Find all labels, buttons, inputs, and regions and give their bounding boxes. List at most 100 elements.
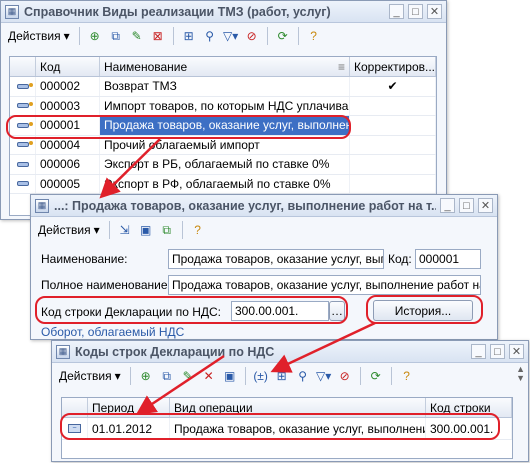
chevron-down-icon: ▾ [63, 29, 70, 43]
chevron-down-icon: ▾ [114, 369, 121, 383]
minimize-icon[interactable]: _ [389, 4, 404, 19]
minimize-icon[interactable]: _ [440, 198, 455, 213]
add-icon[interactable]: ⊕ [137, 367, 155, 385]
toolbar-separator [359, 367, 361, 385]
help-icon[interactable]: ? [398, 367, 416, 385]
window-icon: ▦ [5, 4, 19, 19]
sort-icon: ≡ [337, 60, 345, 74]
column-header-name[interactable]: Наименование ≡ [100, 57, 350, 76]
maximize-icon[interactable]: □ [490, 344, 505, 359]
actions-menu-button[interactable]: Действия ▾ [5, 28, 73, 44]
window3-toolbar: Действия ▾ ⊕ ⧉ ✎ ✕ ▣ (±) ⊞ ⚲ ▽▾ ⊘ ⟳ ? [52, 363, 528, 389]
help-icon[interactable]: ? [305, 27, 323, 45]
icon-column-header [10, 57, 36, 76]
scroll-arrows-icon[interactable]: ▲ ▼ [516, 365, 525, 383]
row-correction [350, 116, 436, 135]
save-icon[interactable]: ▣ [137, 221, 155, 239]
window3-titlebar: ▦ Коды строк Декларации по НДС _ □ ✕ [52, 341, 528, 363]
window1-titlebar: ▦ Справочник Виды реализации ТМЗ (работ,… [1, 1, 446, 23]
annotation-highlight-record [60, 413, 500, 440]
filter-icon[interactable]: ⚲ [201, 27, 219, 45]
hierarchy-icon[interactable]: ⊞ [180, 27, 198, 45]
maximize-icon[interactable]: □ [459, 198, 474, 213]
column-header-code[interactable]: Код [36, 57, 100, 76]
add-icon[interactable]: ⊕ [86, 27, 104, 45]
actions-label: Действия [38, 223, 91, 237]
row-correction: ✔ [350, 77, 436, 96]
row-code: 000002 [36, 77, 100, 96]
actions-menu-button[interactable]: Действия ▾ [35, 222, 103, 238]
save-close-icon[interactable]: ⇲ [116, 221, 134, 239]
row-icon [10, 155, 36, 174]
row-name: Импорт товаров, по которым НДС уплачива.… [100, 96, 350, 115]
toolbar-separator [266, 27, 268, 45]
actions-menu-button[interactable]: Действия ▾ [56, 368, 124, 384]
row-correction [350, 174, 436, 193]
close-icon[interactable]: ✕ [509, 344, 524, 359]
toolbar-separator [244, 367, 246, 385]
delete-icon[interactable]: ✕ [200, 367, 218, 385]
filter-dropdown-icon[interactable]: ▽▾ [315, 367, 333, 385]
delete-icon[interactable]: ⊠ [149, 27, 167, 45]
row-name: Экспорт в РФ, облагаемый по ставке 0% [100, 174, 350, 193]
row-icon [10, 77, 36, 96]
row-code: 000006 [36, 155, 100, 174]
name-label: Наименование: [41, 252, 128, 266]
window2-toolbar: Действия ▾ ⇲ ▣ ⧉ ? [31, 217, 497, 243]
window3-title: Коды строк Декларации по НДС [75, 344, 275, 359]
row-correction [350, 135, 436, 154]
annotation-highlight-history [366, 295, 483, 324]
hierarchy-icon[interactable]: ⊞ [273, 367, 291, 385]
annotation-highlight-decl-field [35, 296, 348, 324]
close-icon[interactable]: ✕ [478, 198, 493, 213]
window2-title: ...: Продажа товаров, оказание услуг, вы… [54, 198, 436, 213]
fullname-label: Полное наименование: [41, 278, 171, 292]
row-code: 000005 [36, 174, 100, 193]
filter-dropdown-icon[interactable]: ▽▾ [222, 27, 240, 45]
copy-icon[interactable]: ⧉ [107, 27, 125, 45]
toolbar-separator [78, 27, 80, 45]
row-name: Возврат ТМЗ [100, 77, 350, 96]
row-code: 000003 [36, 96, 100, 115]
period-icon[interactable]: (±) [252, 367, 270, 385]
table-row[interactable]: 000006 Экспорт в РБ, облагаемый по ставк… [10, 155, 436, 175]
edit-icon[interactable]: ✎ [128, 27, 146, 45]
actions-label: Действия [59, 369, 112, 383]
column-header-name-label: Наименование [104, 60, 188, 74]
edit-icon[interactable]: ✎ [179, 367, 197, 385]
name-field[interactable]: Продажа товаров, оказание услуг, выпол [168, 249, 384, 269]
window-kody-strok: ▦ Коды строк Декларации по НДС _ □ ✕ Дей… [51, 340, 529, 462]
toolbar-separator [129, 367, 131, 385]
clear-filter-icon[interactable]: ⊘ [243, 27, 261, 45]
chevron-down-icon: ▾ [93, 223, 100, 237]
minimize-icon[interactable]: _ [471, 344, 486, 359]
code-field[interactable]: 000001 [415, 249, 481, 269]
row-icon [10, 96, 36, 115]
toolbar-separator [172, 27, 174, 45]
toolbar-separator [297, 27, 299, 45]
fullname-field[interactable]: Продажа товаров, оказание услуг, выполне… [168, 275, 481, 295]
save-icon[interactable]: ▣ [221, 367, 239, 385]
refresh-icon[interactable]: ⟳ [274, 27, 292, 45]
copy-icon[interactable]: ⧉ [158, 221, 176, 239]
copy-icon[interactable]: ⧉ [158, 367, 176, 385]
column-header-correction[interactable]: Корректиров... [350, 57, 436, 76]
table-row[interactable]: 000003 Импорт товаров, по которым НДС уп… [10, 96, 436, 116]
turnover-link[interactable]: Оборот, облагаемый НДС [41, 325, 184, 339]
actions-label: Действия [8, 29, 61, 43]
table-row[interactable]: 000005 Экспорт в РФ, облагаемый по ставк… [10, 174, 436, 194]
clear-filter-icon[interactable]: ⊘ [336, 367, 354, 385]
row-name: Экспорт в РБ, облагаемый по ставке 0% [100, 155, 350, 174]
refresh-icon[interactable]: ⟳ [367, 367, 385, 385]
row-correction [350, 96, 436, 115]
table-header: Код Наименование ≡ Корректиров... [10, 57, 436, 77]
maximize-icon[interactable]: □ [408, 4, 423, 19]
table-row[interactable]: 000002 Возврат ТМЗ ✔ [10, 77, 436, 97]
help-icon[interactable]: ? [189, 221, 207, 239]
window-vidy-realizatsii: ▦ Справочник Виды реализации ТМЗ (работ,… [0, 0, 447, 220]
close-icon[interactable]: ✕ [427, 4, 442, 19]
filter-icon[interactable]: ⚲ [294, 367, 312, 385]
toolbar-separator [390, 367, 392, 385]
row-icon [10, 174, 36, 193]
window-icon: ▦ [35, 198, 49, 213]
